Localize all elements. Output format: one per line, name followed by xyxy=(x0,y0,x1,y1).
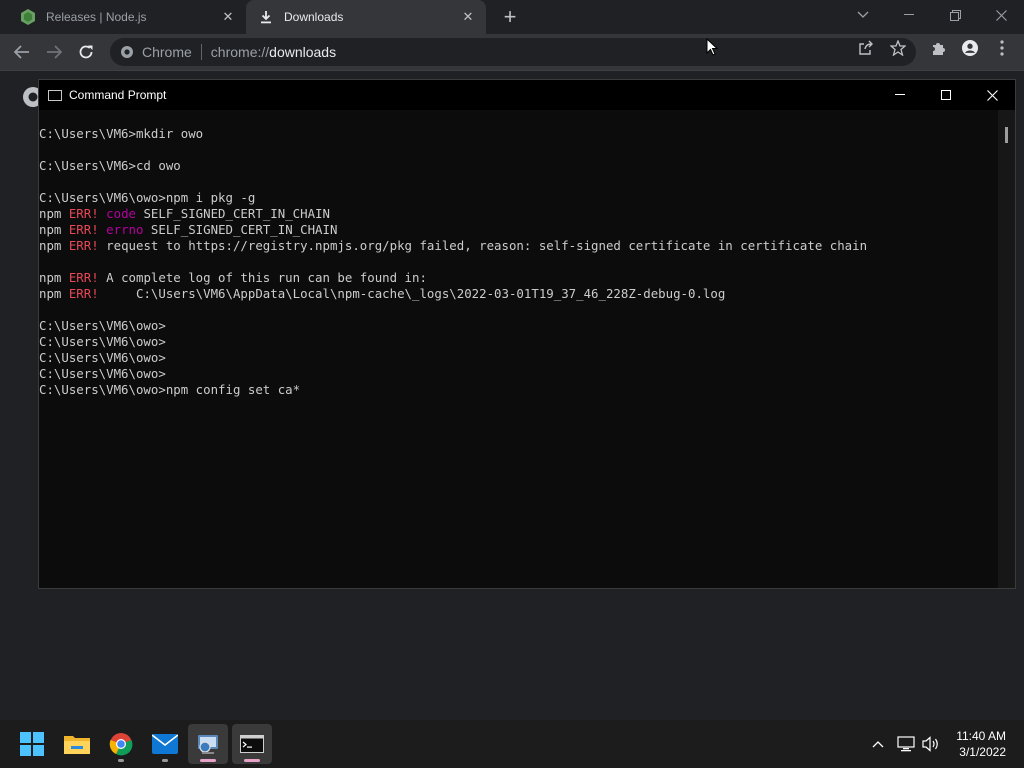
browser-toolbar: Chrome chrome://downloads xyxy=(0,34,1024,70)
start-icon[interactable] xyxy=(12,724,52,764)
site-name: Chrome xyxy=(142,44,192,60)
console-line: npm ERR! C:\Users\VM6\AppData\Local\npm-… xyxy=(39,286,999,302)
console-text: ERR! xyxy=(68,286,99,301)
console-text: code xyxy=(106,206,136,221)
omnibox-separator xyxy=(200,44,202,60)
nodejs-icon xyxy=(20,9,36,25)
console-line: npm ERR! request to https://registry.npm… xyxy=(39,238,999,254)
console-line: C:\Users\VM6\owo> xyxy=(39,350,999,366)
clock-date: 3/1/2022 xyxy=(959,745,1006,759)
window-title: Command Prompt xyxy=(69,88,167,102)
console-text: npm xyxy=(39,206,69,221)
console-text: npm xyxy=(39,286,69,301)
console-line: C:\Users\VM6\owo> xyxy=(39,318,999,334)
tab-title: Downloads xyxy=(284,10,344,24)
system-clock[interactable]: 11:40 AM 3/1/2022 xyxy=(956,728,1006,760)
console-line: C:\Users\VM6\owo>npm i pkg -g xyxy=(39,190,999,206)
console-text: C:\Users\VM6\AppData\Local\npm-cache\_lo… xyxy=(98,286,726,301)
console-text: npm xyxy=(39,238,69,253)
console-line: C:\Users\VM6\owo>npm config set ca* xyxy=(39,382,999,398)
console-line: C:\Users\VM6>cd owo xyxy=(39,158,999,174)
mouse-cursor-icon xyxy=(706,37,719,61)
address-bar[interactable]: Chrome chrome://downloads xyxy=(110,38,916,66)
close-icon[interactable]: ✕ xyxy=(218,7,238,27)
console-text: C:\Users\VM6>mkdir owo xyxy=(39,126,204,141)
cmd-title-bar[interactable]: Command Prompt xyxy=(39,80,1015,110)
tab-title: Releases | Node.js xyxy=(46,10,147,24)
running-indicator xyxy=(162,759,168,762)
console-line: npm ERR! A complete log of this run can … xyxy=(39,270,999,286)
back-button[interactable] xyxy=(10,40,34,64)
console-text: C:\Users\VM6\owo>npm config set ca* xyxy=(39,382,301,397)
menu-kebab-icon[interactable] xyxy=(994,40,1010,56)
console-line: C:\Users\VM6\owo> xyxy=(39,334,999,350)
console-text: C:\Users\VM6\owo> xyxy=(39,366,166,381)
console-line: C:\Users\VM6\owo> xyxy=(39,366,999,382)
reload-button[interactable] xyxy=(74,40,98,64)
close-icon[interactable] xyxy=(969,80,1015,110)
console-text: ERR! xyxy=(68,206,99,221)
forward-button[interactable] xyxy=(42,40,66,64)
console-text: npm xyxy=(39,270,69,285)
command-prompt-icon xyxy=(48,89,62,101)
console-text: SELF_SIGNED_CERT_IN_CHAIN xyxy=(136,206,330,221)
restore-icon[interactable] xyxy=(932,0,978,30)
command-prompt-window: Command Prompt C:\Users\VM6>mkdir owo C:\… xyxy=(38,79,1016,589)
minimize-icon[interactable] xyxy=(886,0,932,30)
console-text: request to https://registry.npmjs.org/pk… xyxy=(98,238,868,253)
command-prompt-icon[interactable] xyxy=(232,724,272,764)
running-indicator xyxy=(244,759,260,762)
volume-icon[interactable] xyxy=(921,734,941,754)
tab-nodejs-releases[interactable]: Releases | Node.js ✕ xyxy=(8,0,246,34)
download-icon xyxy=(258,9,274,25)
console-text: C:\Users\VM6\owo> xyxy=(39,334,166,349)
new-tab-button[interactable]: + xyxy=(498,5,522,29)
taskbar: 11:40 AM 3/1/2022 xyxy=(0,720,1024,768)
minimize-icon[interactable] xyxy=(877,80,923,110)
console-text: npm xyxy=(39,222,69,237)
profile-icon[interactable] xyxy=(962,40,978,56)
console-text: C:\Users\VM6\owo> xyxy=(39,350,166,365)
chrome-site-icon xyxy=(120,45,134,59)
console-text: SELF_SIGNED_CERT_IN_CHAIN xyxy=(143,222,338,237)
console-text: C:\Users\VM6\owo>npm i pkg -g xyxy=(39,190,256,205)
close-icon[interactable]: ✕ xyxy=(458,7,478,27)
tab-search-chevron-icon[interactable] xyxy=(840,0,886,30)
console-text: A complete log of this run can be found … xyxy=(98,270,427,285)
mail-icon[interactable] xyxy=(145,724,185,764)
console-line: C:\Users\VM6>mkdir owo xyxy=(39,126,999,142)
scroll-thumb[interactable] xyxy=(1005,127,1008,143)
tab-strip: Releases | Node.js ✕ Downloads ✕ + xyxy=(0,0,1024,34)
console-text: errno xyxy=(106,222,144,237)
console-text: C:\Users\VM6>cd owo xyxy=(39,158,181,173)
console-line: npm ERR! errno SELF_SIGNED_CERT_IN_CHAIN xyxy=(39,222,999,238)
extensions-puzzle-icon[interactable] xyxy=(930,40,946,56)
console-text: ERR! xyxy=(68,222,99,237)
console-output[interactable]: C:\Users\VM6>mkdir owo C:\Users\VM6>cd ow… xyxy=(39,126,999,586)
file-explorer-icon[interactable] xyxy=(57,724,97,764)
running-indicator xyxy=(118,759,124,762)
running-indicator xyxy=(200,759,216,762)
clock-time: 11:40 AM xyxy=(956,729,1006,743)
close-window-icon[interactable] xyxy=(978,0,1024,30)
maximize-icon[interactable] xyxy=(923,80,969,110)
console-text: C:\Users\VM6\owo> xyxy=(39,318,166,333)
tab-downloads[interactable]: Downloads ✕ xyxy=(246,0,486,34)
control-panel-icon[interactable] xyxy=(188,724,228,764)
url-host: downloads xyxy=(269,44,337,60)
bookmark-star-icon[interactable] xyxy=(890,40,906,56)
chrome-icon[interactable] xyxy=(101,724,141,764)
url-scheme: chrome:// xyxy=(210,44,270,60)
vertical-scrollbar[interactable] xyxy=(998,110,1015,588)
share-icon[interactable] xyxy=(858,40,874,56)
console-line: npm ERR! code SELF_SIGNED_CERT_IN_CHAIN xyxy=(39,206,999,222)
console-text: ERR! xyxy=(68,238,99,253)
console-text: ERR! xyxy=(68,270,99,285)
show-hidden-icons-chevron-icon[interactable] xyxy=(868,734,888,754)
network-icon[interactable] xyxy=(896,734,916,754)
